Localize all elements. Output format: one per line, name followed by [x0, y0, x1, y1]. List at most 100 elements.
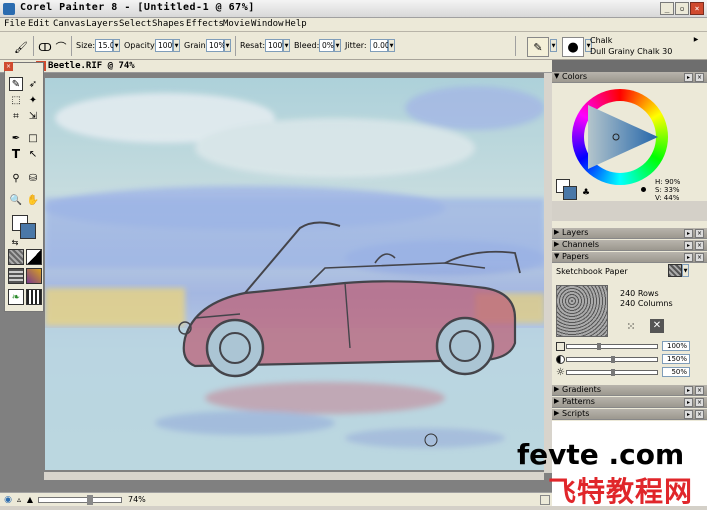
restore-button[interactable]: ▫ [675, 2, 689, 15]
channels-menu-icon[interactable]: ▸ [684, 241, 693, 250]
brush-tool-icon[interactable]: ✎ [9, 77, 23, 91]
bleed-input[interactable]: 0% [319, 39, 334, 52]
clone-color-icon[interactable]: ♣ [580, 187, 592, 199]
paper-contrast-slider[interactable] [566, 356, 658, 363]
menu-help[interactable]: Help [285, 19, 307, 29]
colors-panel-header[interactable]: ▼ Colors ▸ × [552, 72, 707, 83]
patterns-close-icon[interactable]: × [695, 398, 704, 407]
shape-selection-tool-icon[interactable]: ↖ [26, 147, 40, 161]
expand-triangle-icon[interactable]: ▶ [554, 228, 559, 236]
expand-triangle-icon[interactable]: ▶ [554, 397, 559, 405]
nozzle-selector[interactable]: ❧ [8, 289, 24, 305]
painting-canvas[interactable] [45, 78, 545, 470]
pen-tool-icon[interactable]: ✒ [9, 131, 23, 145]
weaving-selector[interactable] [26, 268, 42, 284]
brush-menu-arrow-icon[interactable]: ▶ [692, 36, 700, 44]
menu-canvas[interactable]: Canvas [53, 19, 86, 29]
scripts-panel-header[interactable]: ▶ Scripts ▸ × [552, 409, 707, 420]
minimize-button[interactable]: _ [660, 2, 674, 15]
paper-dropdown[interactable]: ▼ [682, 264, 689, 277]
magic-wand-tool-icon[interactable]: ✦ [26, 93, 40, 107]
channels-panel-header[interactable]: ▶ Channels ▸ × [552, 240, 707, 251]
menu-movie[interactable]: Movie [223, 19, 250, 29]
channels-close-icon[interactable]: × [695, 241, 704, 250]
collapse-triangle-icon[interactable]: ▼ [554, 252, 559, 260]
gradients-close-icon[interactable]: × [695, 386, 704, 395]
freehand-stroke-icon[interactable]: ↀ [38, 40, 52, 54]
grain-spinner[interactable]: ▼ [224, 39, 231, 52]
horizontal-scrollbar[interactable] [44, 472, 544, 480]
zoom-small-icon[interactable]: ▵ [14, 495, 24, 505]
jitter-spinner[interactable]: ▼ [388, 39, 395, 52]
grain-input[interactable]: 10% [206, 39, 226, 52]
resat-spinner[interactable]: ▼ [283, 39, 290, 52]
text-tool-icon[interactable]: T [9, 147, 23, 161]
zoom-large-icon[interactable]: ▲ [25, 495, 35, 505]
gradients-menu-icon[interactable]: ▸ [684, 386, 693, 395]
expand-triangle-icon[interactable]: ▶ [554, 409, 559, 417]
invert-paper-icon[interactable]: ✕ [650, 319, 664, 333]
chalk-category-icon[interactable]: ✎ [527, 37, 549, 57]
category-dropdown[interactable]: ▼ [550, 39, 557, 52]
dropper-tool-icon[interactable]: ⚲ [9, 171, 23, 185]
opacity-input[interactable]: 100% [155, 39, 179, 52]
opacity-spinner[interactable]: ▼ [173, 39, 180, 52]
magnifier-tool-icon[interactable]: 🔍 [9, 193, 23, 207]
menu-file[interactable]: File [4, 19, 26, 29]
make-paper-icon[interactable]: ⁙ [624, 319, 638, 333]
collapse-triangle-icon[interactable]: ▼ [554, 72, 559, 80]
menu-select[interactable]: Select [119, 19, 152, 29]
main-color-swatch[interactable] [20, 223, 36, 239]
bleed-spinner[interactable]: ▼ [334, 39, 341, 52]
paper-contrast-value[interactable]: 150% [662, 354, 690, 364]
gradient-selector[interactable] [26, 249, 42, 265]
size-input[interactable]: 15.0 [95, 39, 115, 52]
saturation-value-triangle[interactable] [582, 99, 662, 175]
layers-menu-icon[interactable]: ▸ [684, 229, 693, 238]
paper-scale-value[interactable]: 100% [662, 341, 690, 351]
scripts-menu-icon[interactable]: ▸ [684, 410, 693, 419]
paper-library-button[interactable] [668, 264, 682, 277]
rect-select-tool-icon[interactable]: ⬚ [9, 93, 23, 107]
scripts-close-icon[interactable]: × [695, 410, 704, 419]
expand-triangle-icon[interactable]: ▶ [554, 240, 559, 248]
menu-layers[interactable]: Layers [86, 19, 119, 29]
layer-adjuster-tool-icon[interactable]: ➶ [26, 77, 40, 91]
straight-line-stroke-icon[interactable]: ⌒ [54, 40, 68, 54]
variant-dab-icon[interactable]: ● [562, 37, 584, 57]
vertical-scrollbar[interactable] [544, 73, 552, 473]
colors-close-icon[interactable]: × [695, 73, 704, 82]
menu-shapes[interactable]: Shapes [152, 19, 185, 29]
menu-effects[interactable]: Effects [186, 19, 224, 29]
patterns-menu-icon[interactable]: ▸ [684, 398, 693, 407]
papers-panel-header[interactable]: ▼ Papers ▸ × [552, 252, 707, 263]
colors-main-swatch[interactable] [563, 186, 577, 200]
expand-triangle-icon[interactable]: ▶ [554, 385, 559, 393]
paper-brightness-slider[interactable] [566, 369, 658, 376]
paint-bucket-tool-icon[interactable]: ⛁ [26, 171, 40, 185]
zoom-slider[interactable] [38, 495, 122, 505]
layers-close-icon[interactable]: × [695, 229, 704, 238]
layers-panel-header[interactable]: ▶ Layers ▸ × [552, 228, 707, 239]
size-spinner[interactable]: ▼ [113, 39, 120, 52]
paper-selector[interactable] [8, 249, 24, 265]
look-selector[interactable] [26, 289, 42, 305]
selection-adjuster-tool-icon[interactable]: ⇲ [26, 109, 40, 123]
pattern-selector[interactable] [8, 268, 24, 284]
zoom-slider-thumb[interactable] [87, 495, 93, 505]
papers-menu-icon[interactable]: ▸ [684, 253, 693, 262]
rectangle-shape-tool-icon[interactable]: □ [26, 131, 40, 145]
toolbox-close-button[interactable]: × [4, 62, 13, 71]
drawing-mode-icon[interactable]: ◉ [3, 495, 13, 505]
close-button[interactable]: × [690, 2, 704, 15]
jitter-input[interactable]: 0.00 [370, 39, 390, 52]
resat-input[interactable]: 100% [265, 39, 289, 52]
grabber-tool-icon[interactable]: ✋ [26, 193, 40, 207]
papers-close-icon[interactable]: × [695, 253, 704, 262]
colors-menu-icon[interactable]: ▸ [684, 73, 693, 82]
paper-brightness-value[interactable]: 50% [662, 367, 690, 377]
menu-edit[interactable]: Edit [28, 19, 50, 29]
crop-tool-icon[interactable]: ⌗ [9, 109, 23, 123]
gradients-panel-header[interactable]: ▶ Gradients ▸ × [552, 385, 707, 396]
hue-indicator[interactable] [641, 187, 646, 192]
